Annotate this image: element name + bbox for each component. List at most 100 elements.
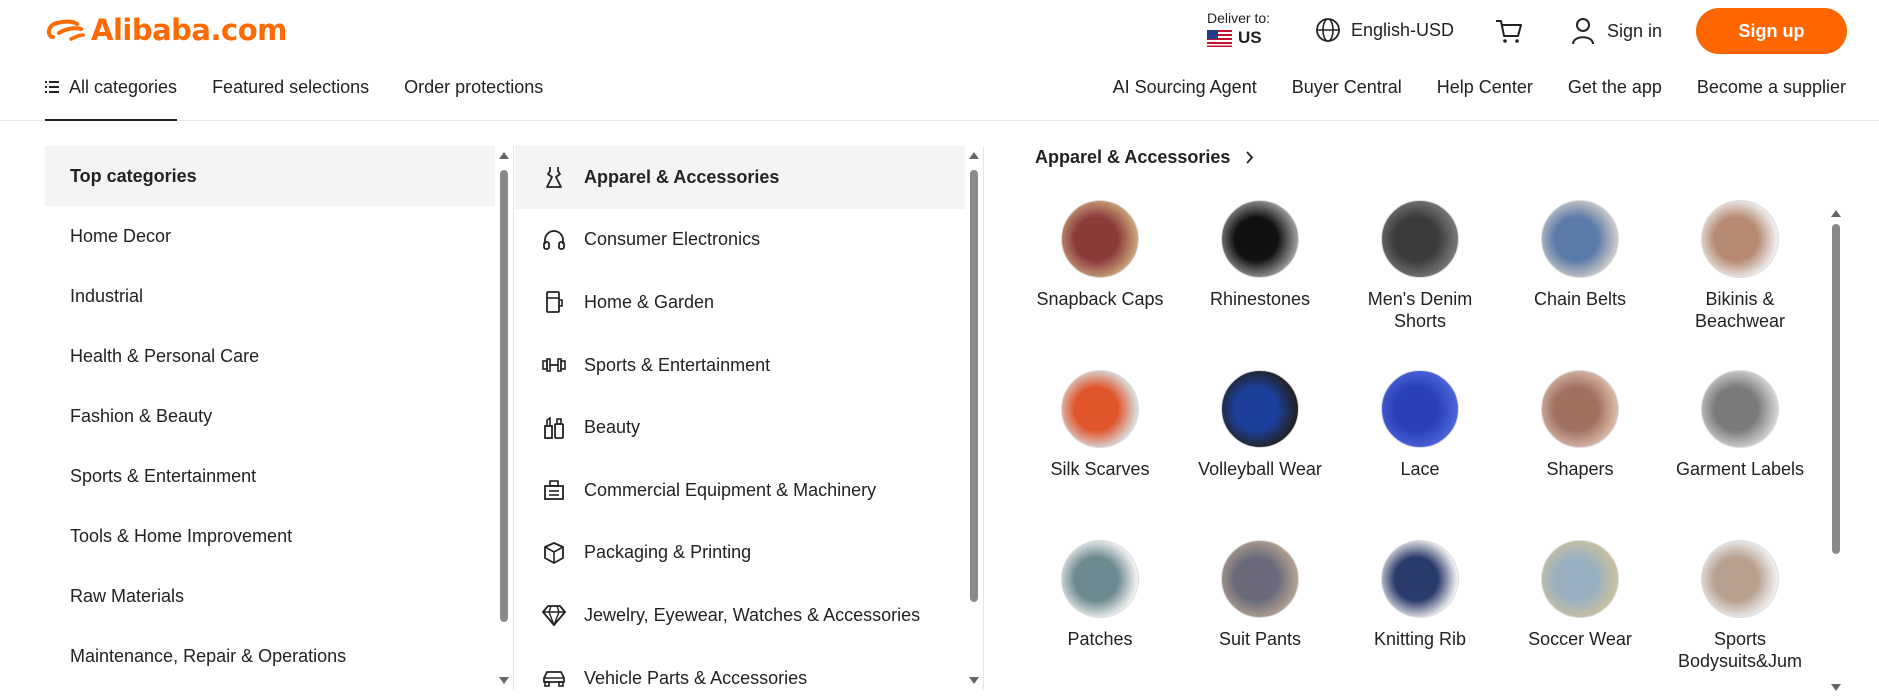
category-label: Packaging & Printing — [584, 542, 752, 563]
subcategory-label: Suit Pants — [1218, 629, 1302, 649]
deliver-label: Deliver to: — [1207, 10, 1271, 26]
nav-become-a-supplier[interactable]: Become a supplier — [1697, 74, 1846, 100]
subcategory-item[interactable]: Patches — [1035, 540, 1165, 650]
subcategory-thumbnail — [1061, 200, 1139, 278]
panel-divider — [513, 146, 514, 690]
language-selector[interactable]: English-USD — [1315, 16, 1454, 44]
deliver-to[interactable]: Deliver to: US — [1207, 10, 1270, 48]
headphones-icon — [542, 228, 566, 252]
category-item-vehicle-parts[interactable]: Vehicle Parts & Accessories — [515, 647, 965, 690]
subcategory-label: Sports Bodysuits&Jum — [1677, 629, 1803, 671]
subcategory-item[interactable]: Garment Labels — [1675, 370, 1805, 480]
subcategory-scrollbar[interactable] — [1829, 208, 1843, 694]
category-item-beauty[interactable]: Beauty — [515, 396, 965, 459]
categories-panel: Apparel & Accessories Consumer Electroni… — [515, 146, 965, 690]
category-item-packaging-printing[interactable]: Packaging & Printing — [515, 522, 965, 585]
scroll-down-icon[interactable] — [498, 675, 510, 685]
primary-nav: All categories Featured selections Order… — [45, 74, 578, 121]
subcategory-thumbnail — [1221, 540, 1299, 618]
alibaba-logo[interactable]: Alibaba.com — [45, 12, 287, 48]
subcategory-thumbnail — [1701, 540, 1779, 618]
top-category-item[interactable]: Raw Materials — [45, 566, 495, 626]
top-category-item[interactable]: Health & Personal Care — [45, 326, 495, 386]
chevron-right-icon — [1246, 150, 1254, 164]
sign-up-button[interactable]: Sign up — [1696, 8, 1847, 54]
subcategory-label: Men's Denim Shorts — [1367, 289, 1473, 331]
category-label: Sports & Entertainment — [584, 354, 771, 375]
brand-name: Alibaba.com — [91, 13, 287, 47]
subcategory-item[interactable]: Shapers — [1515, 370, 1645, 480]
nav-order-protections[interactable]: Order protections — [404, 74, 543, 100]
nav-featured-selections[interactable]: Featured selections — [212, 74, 369, 100]
top-category-item[interactable]: Tools & Home Improvement — [45, 506, 495, 566]
nav-all-categories[interactable]: All categories — [45, 74, 178, 121]
panel-divider — [983, 146, 984, 690]
subcategory-item[interactable]: Silk Scarves — [1035, 370, 1165, 480]
subcategory-thumbnail — [1541, 540, 1619, 618]
sign-in-link[interactable]: Sign in — [1571, 16, 1662, 46]
dumbbell-icon — [542, 353, 566, 377]
subcategory-item[interactable]: Snapback Caps — [1035, 200, 1165, 310]
subcategory-item[interactable]: Chain Belts — [1515, 200, 1645, 310]
scroll-up-icon[interactable] — [968, 150, 980, 160]
subcategory-label: Lace — [1400, 459, 1440, 479]
subcategory-item[interactable]: Suit Pants — [1195, 540, 1325, 650]
scroll-down-icon[interactable] — [968, 675, 980, 685]
scroll-thumb[interactable] — [1832, 224, 1840, 554]
top-category-item[interactable]: Home Decor — [45, 206, 495, 266]
subcategory-label: Knitting Rib — [1373, 629, 1467, 649]
diamond-icon — [542, 603, 566, 627]
category-label: Consumer Electronics — [584, 229, 761, 250]
subcategory-thumbnail — [1381, 540, 1459, 618]
subcategory-item[interactable]: Soccer Wear — [1515, 540, 1645, 650]
top-category-item[interactable]: Fashion & Beauty — [45, 386, 495, 446]
cart-icon[interactable] — [1494, 16, 1524, 46]
scroll-thumb[interactable] — [970, 170, 978, 602]
top-categories-heading[interactable]: Top categories — [45, 146, 495, 206]
category-item-sports-entertainment[interactable]: Sports & Entertainment — [515, 334, 965, 397]
category-item-consumer-electronics[interactable]: Consumer Electronics — [515, 209, 965, 272]
subcategory-thumbnail — [1381, 200, 1459, 278]
subcategory-label: Patches — [1067, 629, 1133, 649]
category-label: Home & Garden — [584, 291, 715, 312]
category-item-home-garden[interactable]: Home & Garden — [515, 271, 965, 334]
scroll-up-icon[interactable] — [498, 150, 510, 160]
subcategory-item[interactable]: Sports Bodysuits&Jum — [1675, 540, 1805, 672]
subcategory-item[interactable]: Lace — [1355, 370, 1485, 480]
subcategory-label: Silk Scarves — [1050, 459, 1150, 479]
subcategory-label: Volleyball Wear — [1198, 459, 1322, 479]
menu-icon — [45, 81, 59, 93]
sign-in-label: Sign in — [1607, 20, 1663, 41]
category-item-jewelry[interactable]: Jewelry, Eyewear, Watches & Accessories — [515, 584, 965, 647]
nav-ai-sourcing-agent[interactable]: AI Sourcing Agent — [1113, 74, 1257, 100]
nav-help-center[interactable]: Help Center — [1437, 74, 1533, 100]
scroll-up-icon[interactable] — [1830, 208, 1842, 218]
cash-register-icon — [542, 478, 566, 502]
subcategory-item[interactable]: Bikinis & Beachwear — [1675, 200, 1805, 332]
category-label: Vehicle Parts & Accessories — [584, 667, 808, 688]
top-category-item[interactable]: Industrial — [45, 266, 495, 326]
scroll-thumb[interactable] — [500, 170, 508, 622]
globe-icon — [1316, 18, 1340, 42]
nav-get-the-app[interactable]: Get the app — [1568, 74, 1662, 100]
top-category-item[interactable]: Maintenance, Repair & Operations — [45, 626, 495, 686]
nav-buyer-central[interactable]: Buyer Central — [1292, 74, 1402, 100]
category-item-commercial-equipment[interactable]: Commercial Equipment & Machinery — [515, 459, 965, 522]
scroll-down-icon[interactable] — [1830, 682, 1842, 692]
subcategory-panel-title[interactable]: Apparel & Accessories — [1035, 146, 1254, 168]
subcategory-item[interactable]: Men's Denim Shorts — [1355, 200, 1485, 332]
categories-scrollbar[interactable] — [967, 150, 981, 690]
subcategory-thumbnail — [1541, 200, 1619, 278]
subcategory-label: Soccer Wear — [1528, 629, 1632, 649]
subcategory-item[interactable]: Knitting Rib — [1355, 540, 1485, 650]
category-item-apparel[interactable]: Apparel & Accessories — [515, 146, 965, 209]
user-icon — [1572, 18, 1594, 45]
top-categories-scrollbar[interactable] — [497, 150, 511, 690]
category-label: Beauty — [584, 417, 641, 438]
subcategory-item[interactable]: Rhinestones — [1195, 200, 1325, 310]
top-category-item[interactable]: Sports & Entertainment — [45, 446, 495, 506]
subcategory-thumbnail — [1221, 370, 1299, 448]
dress-icon — [542, 165, 566, 189]
subcategory-item[interactable]: Volleyball Wear — [1195, 370, 1325, 480]
car-icon — [542, 666, 566, 690]
